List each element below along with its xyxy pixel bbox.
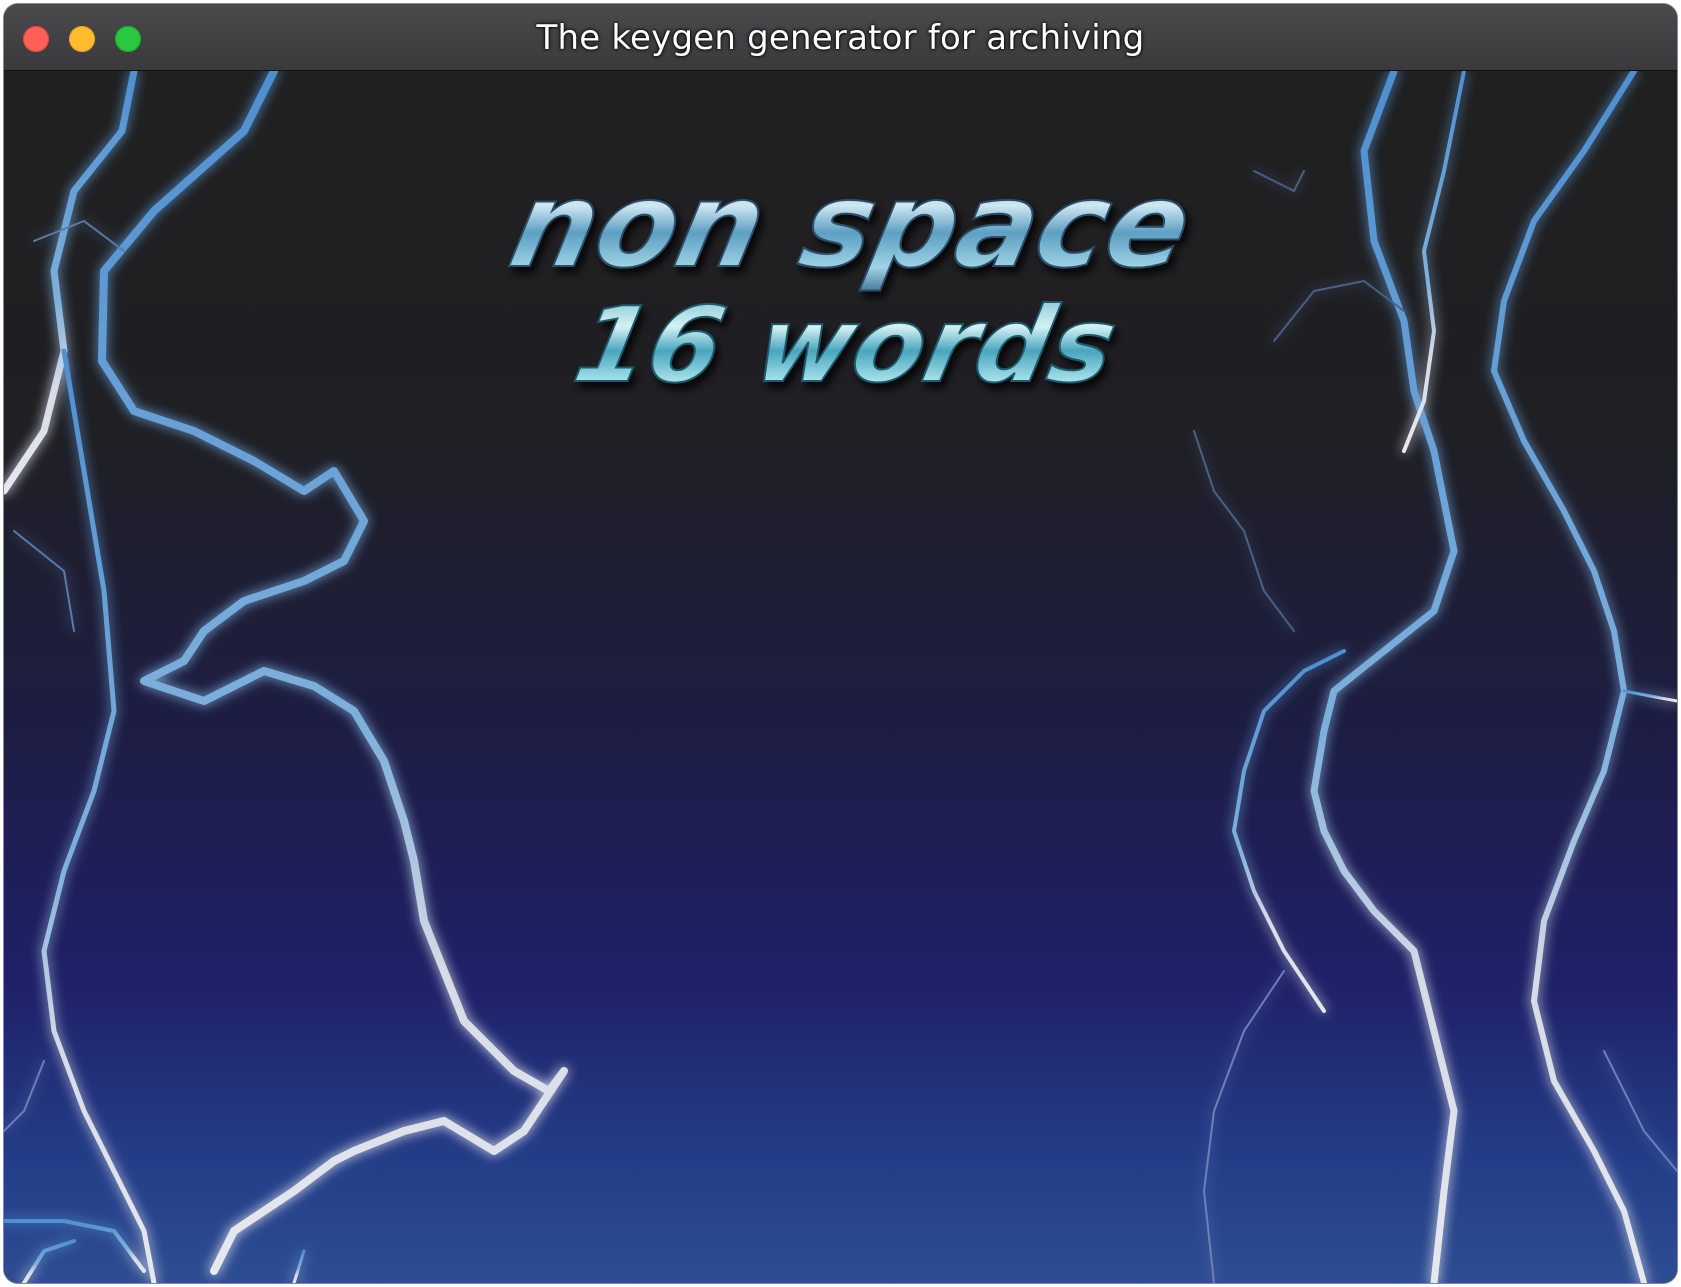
logo-artwork: non space 16 words: [498, 156, 1204, 407]
keygen-canvas: non space 16 words: [4, 71, 1677, 1283]
logo-line1: non space: [499, 157, 1203, 294]
app-window: The keygen generator for archiving non s…: [4, 4, 1677, 1283]
logo-line2: 16 words: [565, 284, 1127, 406]
window-title: The keygen generator for archiving: [536, 18, 1145, 58]
title-bar[interactable]: The keygen generator for archiving: [4, 4, 1677, 71]
